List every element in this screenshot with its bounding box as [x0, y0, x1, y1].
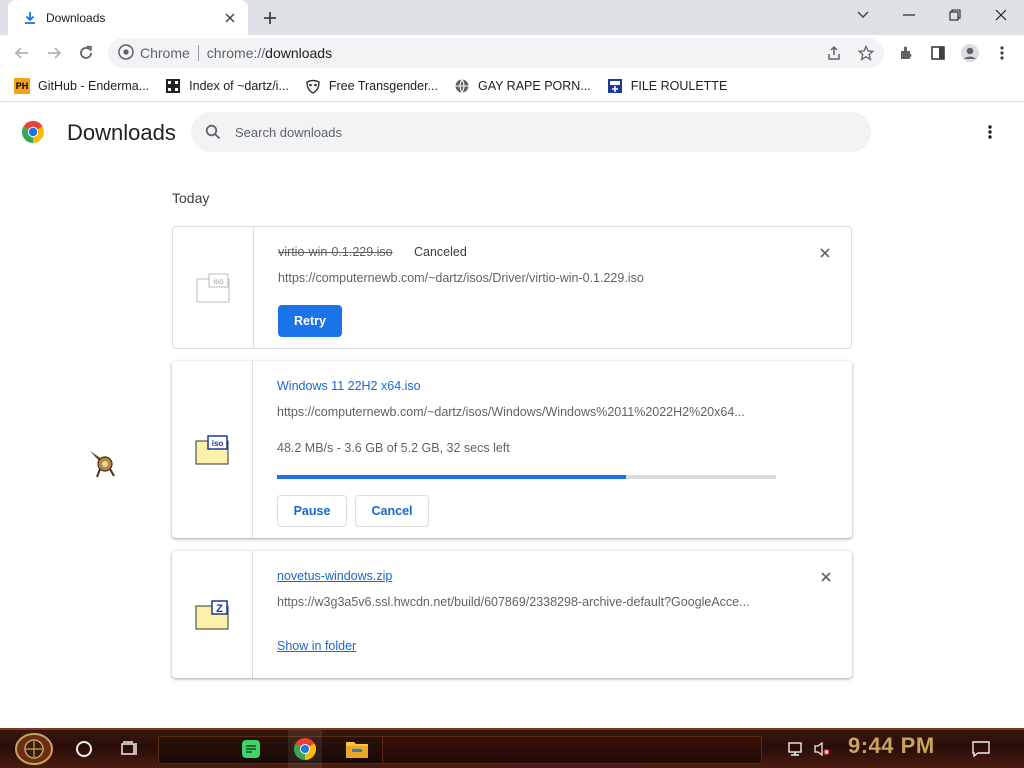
bookmark-star-icon[interactable]	[852, 38, 880, 68]
pause-button[interactable]: Pause	[277, 495, 347, 527]
url-host: downloads	[265, 45, 333, 61]
download-details: Windows 11 22H2 x64.iso https://computer…	[277, 361, 792, 538]
taskbar-empty-area	[382, 736, 762, 764]
bookmark-file-roulette[interactable]: FILE ROULETTE	[607, 74, 728, 98]
side-panel-icon[interactable]	[924, 39, 952, 67]
restore-button[interactable]	[932, 0, 978, 30]
network-icon[interactable]	[784, 730, 808, 768]
search-circle-icon[interactable]	[70, 730, 98, 768]
file-icon-column: Z	[172, 551, 253, 678]
notes-app-icon[interactable]	[236, 730, 266, 768]
taskbar: 9:44 PM	[0, 728, 1024, 768]
bookmark-free-transgender[interactable]: Free Transgender...	[305, 74, 438, 98]
downloads-header: Downloads	[0, 103, 1024, 161]
show-in-folder-link[interactable]: Show in folder	[277, 639, 356, 653]
zip-file-icon: Z	[195, 599, 229, 629]
notifications-icon[interactable]	[966, 730, 996, 768]
ph-icon: PH	[14, 78, 30, 94]
tab-strip: Downloads	[0, 0, 1024, 35]
back-button[interactable]	[8, 39, 36, 67]
tab-search-chevron-icon[interactable]	[840, 0, 886, 30]
file-icon-column: iso	[173, 227, 254, 348]
file-icon-column: iso	[172, 361, 253, 538]
download-item-canceled: iso virtio-win-0.1.229.iso Canceled http…	[172, 226, 852, 349]
chrome-taskbar-icon[interactable]	[288, 730, 322, 768]
search-icon	[205, 124, 221, 140]
toolbar: Chrome chrome://downloads	[0, 35, 1024, 71]
bookmark-globe[interactable]: GAY RAPE PORN...	[454, 74, 591, 98]
site-chip-label: Chrome	[140, 45, 190, 61]
forward-button[interactable]	[40, 39, 68, 67]
bookmark-github[interactable]: PH GitHub - Enderma...	[14, 74, 149, 98]
url-prefix: chrome://	[206, 45, 266, 61]
downloads-menu-icon[interactable]	[978, 120, 1002, 144]
download-details: virtio-win-0.1.229.iso Canceled https://…	[278, 227, 791, 348]
file-roulette-icon	[607, 78, 623, 94]
share-icon[interactable]	[820, 38, 848, 68]
date-section-label: Today	[172, 190, 210, 206]
bookmark-label: FILE ROULETTE	[630, 79, 728, 93]
url-text[interactable]: chrome://downloads	[207, 45, 332, 61]
task-view-icon[interactable]	[116, 730, 144, 768]
bookmarks-bar: PH GitHub - Enderma... Index of ~dartz/i…	[0, 71, 1024, 102]
chrome-site-icon	[118, 43, 134, 63]
bookmark-label: Free Transgender...	[328, 79, 438, 93]
close-window-button[interactable]	[978, 0, 1024, 30]
bookmark-index-dartz[interactable]: Index of ~dartz/i...	[165, 74, 289, 98]
bookmark-label: GitHub - Enderma...	[38, 79, 150, 93]
cursor-icon	[90, 451, 115, 478]
start-button[interactable]	[10, 730, 58, 768]
download-icon	[22, 10, 38, 26]
address-bar[interactable]: Chrome chrome://downloads	[108, 38, 884, 68]
profile-avatar-icon[interactable]	[956, 39, 984, 67]
retry-button[interactable]: Retry	[278, 305, 342, 337]
progress-bar-fill	[277, 475, 627, 479]
file-url: https://computernewb.com/~dartz/isos/Win…	[277, 405, 745, 419]
download-item-completed: Z novetus-windows.zip https://w3g3a5v6.s…	[172, 551, 852, 678]
file-name-link[interactable]: novetus-windows.zip	[277, 569, 392, 583]
mask-icon	[305, 78, 321, 94]
taskbar-clock[interactable]: 9:44 PM	[848, 733, 935, 759]
page-title: Downloads	[67, 120, 176, 145]
omnibox-divider	[197, 45, 199, 61]
svg-text:Z: Z	[216, 603, 223, 615]
tab-downloads[interactable]: Downloads	[8, 0, 248, 35]
remove-item-icon[interactable]	[818, 569, 834, 585]
iso-file-icon: iso	[195, 434, 229, 464]
tab-title: Downloads	[46, 10, 106, 25]
reload-button[interactable]	[72, 39, 100, 67]
bookmark-label: Index of ~dartz/i...	[189, 79, 289, 93]
progress-description: 48.2 MB/s - 3.6 GB of 5.2 GB, 32 secs le…	[277, 441, 510, 455]
progress-bar	[277, 475, 776, 479]
cancel-button[interactable]: Cancel	[355, 495, 429, 527]
volume-muted-icon[interactable]	[810, 730, 834, 768]
download-item-in-progress: iso Windows 11 22H2 x64.iso https://comp…	[172, 361, 852, 538]
file-url: https://w3g3a5v6.ssl.hwcdn.net/build/607…	[277, 595, 750, 609]
iso-file-icon: iso	[196, 273, 230, 302]
search-input[interactable]	[235, 124, 835, 140]
extensions-icon[interactable]	[892, 39, 920, 67]
svg-text:iso: iso	[212, 439, 224, 448]
download-details: novetus-windows.zip https://w3g3a5v6.ssl…	[277, 551, 792, 678]
bookmark-label: GAY RAPE PORN...	[477, 79, 591, 93]
tab-close-icon[interactable]	[222, 10, 238, 26]
file-name: virtio-win-0.1.229.iso	[278, 245, 393, 259]
file-explorer-icon[interactable]	[340, 730, 374, 768]
film-icon	[165, 78, 181, 94]
remove-item-icon[interactable]	[817, 245, 833, 261]
new-tab-button[interactable]	[258, 6, 282, 30]
minimize-button[interactable]	[886, 0, 932, 30]
globe-icon	[454, 78, 470, 94]
status-label: Canceled	[414, 245, 467, 259]
search-downloads-box[interactable]	[191, 112, 871, 152]
chrome-logo-icon	[22, 121, 44, 143]
file-url: https://computernewb.com/~dartz/isos/Dri…	[278, 271, 644, 285]
svg-text:iso: iso	[213, 277, 224, 286]
chrome-menu-icon[interactable]	[988, 39, 1016, 67]
file-name-link[interactable]: Windows 11 22H2 x64.iso	[277, 379, 421, 393]
